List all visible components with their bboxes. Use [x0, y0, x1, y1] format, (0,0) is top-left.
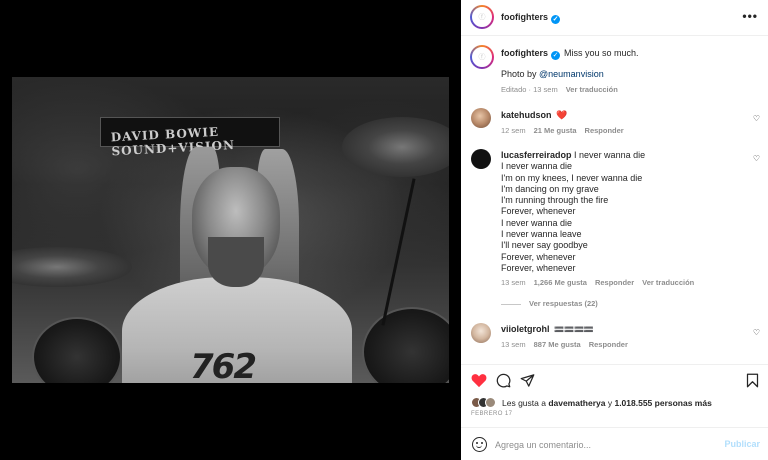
caption-username[interactable]: foofighters: [501, 48, 548, 58]
comment-time: 12 sem: [501, 126, 526, 135]
view-replies-label: Ver respuestas (22): [529, 299, 598, 308]
comment-likes[interactable]: 1,266 Me gusta: [534, 278, 587, 287]
comment-time: 13 sem: [501, 278, 526, 287]
comment-meta: 13 sem 1,266 Me gusta Responder Ver traducc…: [501, 278, 694, 287]
comment-time: 13 sem: [501, 340, 526, 349]
photo-credit-prefix: Photo by: [501, 69, 540, 79]
caption-translate-link[interactable]: Ver traducción: [566, 85, 618, 94]
comment-text-line: I'm dancing on my grave: [501, 183, 599, 194]
comment-text-line: Forever, whenever: [501, 206, 576, 217]
comment-text-line: Forever, whenever: [501, 262, 576, 273]
comment-meta: 12 sem 21 Me gusta Responder: [501, 126, 624, 135]
more-options-icon[interactable]: •••: [742, 10, 758, 22]
header-username-text: foofighters: [501, 12, 548, 22]
comment-username[interactable]: viioletgrohl: [501, 324, 550, 334]
caption-edited-time: Editado · 13 sem: [501, 85, 558, 94]
photo-person-beard: [208, 237, 264, 287]
comment-text-line: I never wanna die: [501, 161, 573, 172]
comment-reply-button[interactable]: Responder: [595, 278, 634, 287]
comment-body: viioletgrohl 🟰🟰🟰🟰: [501, 324, 594, 335]
likes-prefix: Les gusta a: [502, 397, 549, 408]
comment-bubble-icon[interactable]: [496, 373, 511, 388]
comment-text-line: I'll never say goodbye: [501, 240, 588, 251]
account-avatar-image: ⓕ: [472, 7, 492, 27]
comment-like-heart-icon[interactable]: ♡: [753, 154, 760, 163]
post-date: FEBRERO 17: [471, 411, 513, 417]
caption-avatar-image: ⓕ: [472, 47, 492, 67]
like-heart-icon[interactable]: [471, 373, 487, 388]
replies-divider: [501, 303, 521, 305]
comment-text-line: I never wanna die: [501, 217, 573, 228]
photo-poster: DAVID BOWIE SOUND+VISION: [100, 117, 280, 158]
photo-credit-mention[interactable]: @neumanvision: [539, 69, 604, 79]
instagram-post-modal: DAVID BOWIE SOUND+VISION 762 ⓕ foofighte…: [0, 0, 768, 460]
comment-like-heart-icon[interactable]: ♡: [753, 328, 760, 337]
comment-input[interactable]: [495, 437, 715, 452]
header-username[interactable]: foofighters ✓: [501, 12, 560, 24]
comment-text-line: I never wanna die: [574, 150, 646, 160]
caption-text: Miss you so much.: [564, 48, 639, 58]
likes-summary: Les gusta a davematherya y 1.018.555 per…: [471, 397, 712, 408]
comment-like-heart-icon[interactable]: ♡: [753, 114, 760, 123]
comment-text-line: Forever, whenever: [501, 251, 576, 262]
comment-text: ❤️: [556, 110, 568, 120]
post-photo[interactable]: DAVID BOWIE SOUND+VISION 762: [12, 77, 449, 383]
photo-shirt-text: 762: [190, 347, 257, 383]
comment-reply-button[interactable]: Responder: [585, 126, 624, 135]
action-bar: [461, 364, 768, 394]
caption-avatar[interactable]: ⓕ: [470, 45, 494, 69]
emoji-smiley-icon[interactable]: [472, 437, 487, 452]
publish-button[interactable]: Publicar: [724, 439, 760, 449]
comment-text-line: I'm on my knees, I never wanna die: [501, 172, 643, 183]
comment-avatar[interactable]: [471, 323, 491, 343]
view-replies[interactable]: Ver respuestas (22): [501, 299, 598, 308]
comment-avatar[interactable]: [471, 108, 491, 128]
comment-body: lucasferreiradop I never wanna die I nev…: [501, 150, 645, 274]
comment-meta: 13 sem 887 Me gusta Responder: [501, 340, 628, 349]
photo-credit: Photo by @neumanvision: [501, 69, 604, 79]
comment-likes[interactable]: 887 Me gusta: [534, 340, 581, 349]
post-header: ⓕ foofighters ✓ •••: [461, 0, 768, 36]
comment-avatar[interactable]: [471, 149, 491, 169]
comment-reply-button[interactable]: Responder: [589, 340, 628, 349]
comment-username[interactable]: katehudson: [501, 110, 552, 120]
comment-likes[interactable]: 21 Me gusta: [534, 126, 577, 135]
share-send-icon[interactable]: [520, 373, 535, 388]
comment-username[interactable]: lucasferreiradop: [501, 150, 572, 160]
caption-line: foofighters ✓ Miss you so much.: [501, 47, 756, 60]
likes-count-link[interactable]: 1.018.555 personas más: [614, 398, 711, 408]
comment-translate-link[interactable]: Ver traducción: [642, 278, 694, 287]
comment-text: 🟰🟰🟰🟰: [554, 325, 594, 334]
comment-body: katehudson ❤️: [501, 110, 567, 121]
comment-text-line: I never wanna leave: [501, 229, 582, 240]
verified-badge-icon: ✓: [551, 15, 560, 24]
liker-avatar: [485, 397, 496, 408]
post-side-panel: ⓕ foofighters ✓ ••• ⓕ foofighters ✓ Miss yo…: [461, 0, 768, 460]
media-pane: DAVID BOWIE SOUND+VISION 762: [0, 0, 461, 460]
save-bookmark-icon[interactable]: [746, 373, 759, 388]
comment-text-line: I'm running through the fire: [501, 195, 609, 206]
verified-badge-icon: ✓: [551, 51, 560, 60]
add-comment-bar: Publicar: [461, 427, 768, 460]
account-avatar[interactable]: ⓕ: [470, 5, 494, 29]
likes-user-link[interactable]: davematherya: [548, 398, 605, 408]
caption-meta: Editado · 13 sem Ver traducción: [501, 85, 618, 94]
likes-text: Les gusta a davematherya y 1.018.555 per…: [502, 398, 712, 408]
